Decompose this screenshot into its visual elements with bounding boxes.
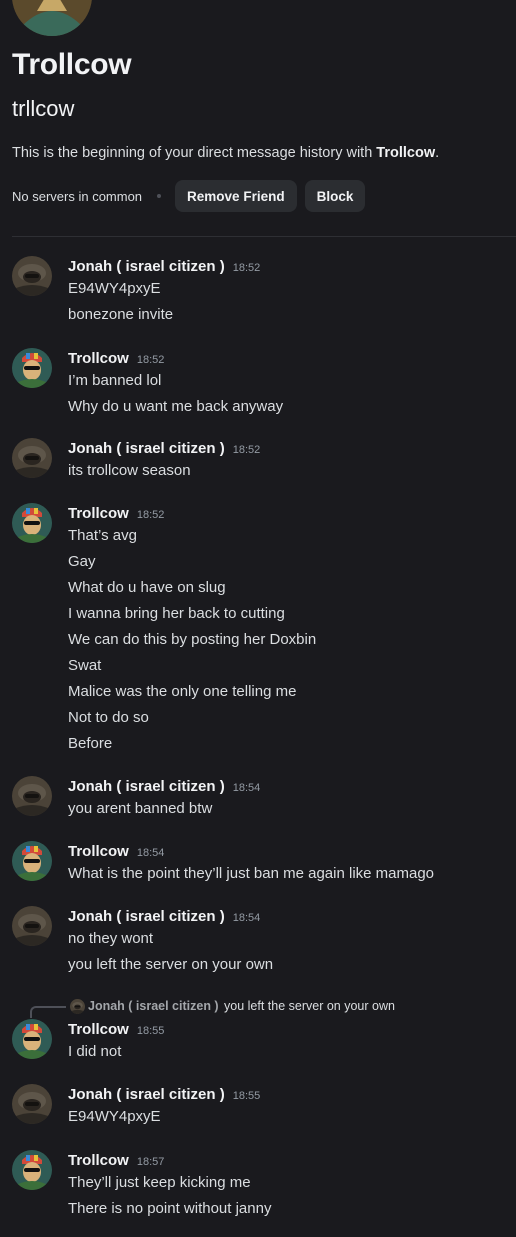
message-content: Swat <box>68 657 102 674</box>
author-name[interactable]: Trollcow <box>68 505 129 522</box>
author-avatar[interactable] <box>12 906 52 946</box>
author-name[interactable]: Jonah ( israel citizen ) <box>68 778 225 795</box>
author-avatar[interactable] <box>12 1019 52 1059</box>
author-avatar[interactable] <box>12 776 52 816</box>
reply-author[interactable]: Jonah ( israel citizen ) <box>88 999 219 1013</box>
author-name[interactable]: Jonah ( israel citizen ) <box>68 908 225 925</box>
author-avatar[interactable] <box>12 348 52 388</box>
author-name[interactable]: Trollcow <box>68 1021 129 1038</box>
message-timestamp: 18:52 <box>232 262 261 274</box>
message-timestamp: 18:54 <box>232 912 261 924</box>
intro-prefix: This is the beginning of your direct mes… <box>12 145 377 161</box>
author-avatar[interactable] <box>12 1084 52 1124</box>
author-avatar[interactable] <box>12 841 52 881</box>
message-content: Not to do so <box>68 709 149 726</box>
message-content: What is the point they’ll just ban me ag… <box>68 865 435 882</box>
author-avatar[interactable] <box>12 503 52 543</box>
block-button[interactable]: Block <box>304 180 366 212</box>
message-timestamp: 18:54 <box>136 847 165 859</box>
message-content: you arent banned btw <box>68 800 213 817</box>
message-header: Jonah ( israel citizen ) 18:52 <box>68 440 260 457</box>
message-content: E94WY4pxyE <box>68 1108 161 1125</box>
separator-dot <box>157 194 162 198</box>
reply-text[interactable]: you left the server on your own <box>224 999 395 1013</box>
profile-username: trllcow <box>12 96 75 121</box>
author-name[interactable]: Trollcow <box>68 843 129 860</box>
message-header: Jonah ( israel citizen ) 18:54 <box>68 908 260 925</box>
message-content: Malice was the only one telling me <box>68 683 297 700</box>
message-content: you left the server on your own <box>68 956 274 973</box>
dm-channel: Trollcow trllcow This is the beginning o… <box>0 0 516 1237</box>
trollcow-avatar-icon <box>12 1150 52 1190</box>
message-content: bonezone invite <box>68 306 174 323</box>
message-content: I’m banned lol <box>68 372 162 389</box>
message-content: I did not <box>68 1043 122 1060</box>
jonah-avatar-icon <box>12 1084 52 1124</box>
reply-preview[interactable]: Jonah ( israel citizen ) you left the ser… <box>30 998 510 1018</box>
message-content: its trollcow season <box>68 462 191 479</box>
message-header: Jonah ( israel citizen ) 18:54 <box>68 778 260 795</box>
message-content: We can do this by posting her Doxbin <box>68 631 317 648</box>
message-timestamp: 18:54 <box>232 782 261 794</box>
remove-friend-button[interactable]: Remove Friend <box>175 180 297 212</box>
message-content: no they wont <box>68 930 154 947</box>
trollcow-avatar-icon <box>12 0 92 36</box>
message-timestamp: 18:52 <box>232 444 261 456</box>
jonah-avatar-icon <box>12 906 52 946</box>
message-header: Trollcow 18:57 <box>68 1152 164 1169</box>
message-timestamp: 18:55 <box>232 1090 261 1102</box>
message-header: Trollcow 18:52 <box>68 350 164 367</box>
message-content: There is no point without janny <box>68 1200 272 1217</box>
intro-name: Trollcow <box>376 145 436 161</box>
message-content: I wanna bring her back to cutting <box>68 605 285 622</box>
message-timestamp: 18:52 <box>136 509 165 521</box>
message-timestamp: 18:52 <box>136 354 165 366</box>
message-header: Jonah ( israel citizen ) 18:55 <box>68 1086 260 1103</box>
profile-display-name: Trollcow <box>12 48 132 81</box>
message-content: What do u have on slug <box>68 579 226 596</box>
reply-avatar <box>70 999 85 1014</box>
jonah-avatar-icon <box>12 438 52 478</box>
message-content: They’ll just keep kicking me <box>68 1174 251 1191</box>
message-header: Jonah ( israel citizen ) 18:52 <box>68 258 260 275</box>
intro-suffix: . <box>435 145 440 161</box>
divider <box>12 236 516 237</box>
message-timestamp: 18:55 <box>136 1025 165 1037</box>
message-timestamp: 18:57 <box>136 1156 165 1168</box>
message-header: Trollcow 18:55 <box>68 1021 164 1038</box>
author-avatar[interactable] <box>12 256 52 296</box>
reply-spine <box>30 1006 66 1018</box>
author-name[interactable]: Trollcow <box>68 1152 129 1169</box>
trollcow-avatar-icon <box>12 503 52 543</box>
jonah-avatar-icon <box>12 776 52 816</box>
jonah-avatar-icon <box>70 999 85 1014</box>
message-content: That’s avg <box>68 527 137 544</box>
author-name[interactable]: Jonah ( israel citizen ) <box>68 1086 225 1103</box>
author-name[interactable]: Trollcow <box>68 350 129 367</box>
dm-intro-text: This is the beginning of your direct mes… <box>12 145 439 161</box>
author-avatar[interactable] <box>12 1150 52 1190</box>
profile-actions: No servers in common Remove Friend Block <box>12 180 373 212</box>
message-content: Why do u want me back anyway <box>68 398 284 415</box>
trollcow-avatar-icon <box>12 1019 52 1059</box>
jonah-avatar-icon <box>12 256 52 296</box>
message-content: Before <box>68 735 113 752</box>
author-avatar[interactable] <box>12 438 52 478</box>
message-content: Gay <box>68 553 96 570</box>
message-header: Trollcow 18:52 <box>68 505 164 522</box>
profile-avatar[interactable] <box>12 0 92 36</box>
author-name[interactable]: Jonah ( israel citizen ) <box>68 440 225 457</box>
trollcow-avatar-icon <box>12 841 52 881</box>
trollcow-avatar-icon <box>12 348 52 388</box>
message-content: E94WY4pxyE <box>68 280 161 297</box>
mutual-servers-text: No servers in common <box>12 188 143 204</box>
message-header: Trollcow 18:54 <box>68 843 164 860</box>
author-name[interactable]: Jonah ( israel citizen ) <box>68 258 225 275</box>
